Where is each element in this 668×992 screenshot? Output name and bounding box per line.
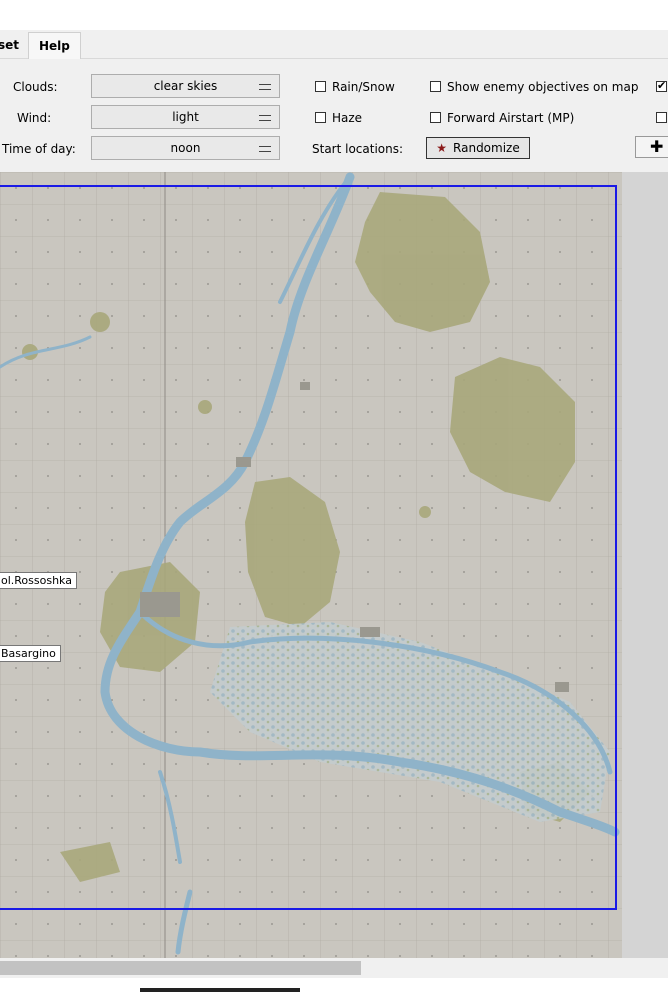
dropdown-arrow-icon <box>259 115 271 121</box>
haze-label: Haze <box>332 111 363 125</box>
dropdown-arrow-icon <box>259 84 271 90</box>
map-view[interactable] <box>0 172 622 958</box>
rain-snow-checkbox[interactable] <box>315 81 326 92</box>
right-option-checkbox-2[interactable] <box>656 112 667 123</box>
tab-help[interactable]: Help <box>28 32 81 59</box>
map-location-label-rossoshka[interactable]: ol.Rossoshka <box>0 572 77 589</box>
clouds-label: Clouds: <box>13 80 58 94</box>
rain-snow-label: Rain/Snow <box>332 80 395 94</box>
randomize-label: Randomize <box>453 141 520 155</box>
forward-airstart-checkbox[interactable] <box>430 112 441 123</box>
wind-label: Wind: <box>17 111 52 125</box>
bottom-edge <box>140 988 300 992</box>
show-enemy-objectives-checkbox[interactable] <box>430 81 441 92</box>
star-icon: ★ <box>436 141 448 155</box>
map-canvas[interactable] <box>0 172 622 958</box>
map-location-label-basargino[interactable]: Basargino <box>0 645 61 662</box>
menu-bar <box>0 30 668 59</box>
bottom-strip <box>0 978 668 992</box>
time-of-day-select[interactable]: noon <box>91 136 280 160</box>
wind-select-value: light <box>172 110 199 124</box>
start-locations-label: Start locations: <box>312 142 404 156</box>
time-of-day-label: Time of day: <box>2 142 76 156</box>
right-option-checkbox-1[interactable] <box>656 79 667 92</box>
tab-preset[interactable]: set <box>0 32 30 58</box>
randomize-button[interactable]: ★ Randomize <box>426 137 530 159</box>
haze-checkbox[interactable] <box>315 112 326 123</box>
time-of-day-select-value: noon <box>170 141 201 155</box>
forward-airstart-label: Forward Airstart (MP) <box>447 111 575 125</box>
right-panel <box>622 172 668 958</box>
add-button[interactable]: ✚ <box>635 136 668 158</box>
clouds-select-value: clear skies <box>153 79 218 93</box>
plus-icon: ✚ <box>650 137 664 156</box>
clouds-select[interactable]: clear skies <box>91 74 280 98</box>
wind-select[interactable]: light <box>91 105 280 129</box>
dropdown-arrow-icon <box>259 146 271 152</box>
top-white-strip <box>0 0 668 30</box>
horizontal-scrollbar-thumb[interactable] <box>0 961 361 975</box>
show-enemy-objectives-label: Show enemy objectives on map <box>447 80 639 94</box>
